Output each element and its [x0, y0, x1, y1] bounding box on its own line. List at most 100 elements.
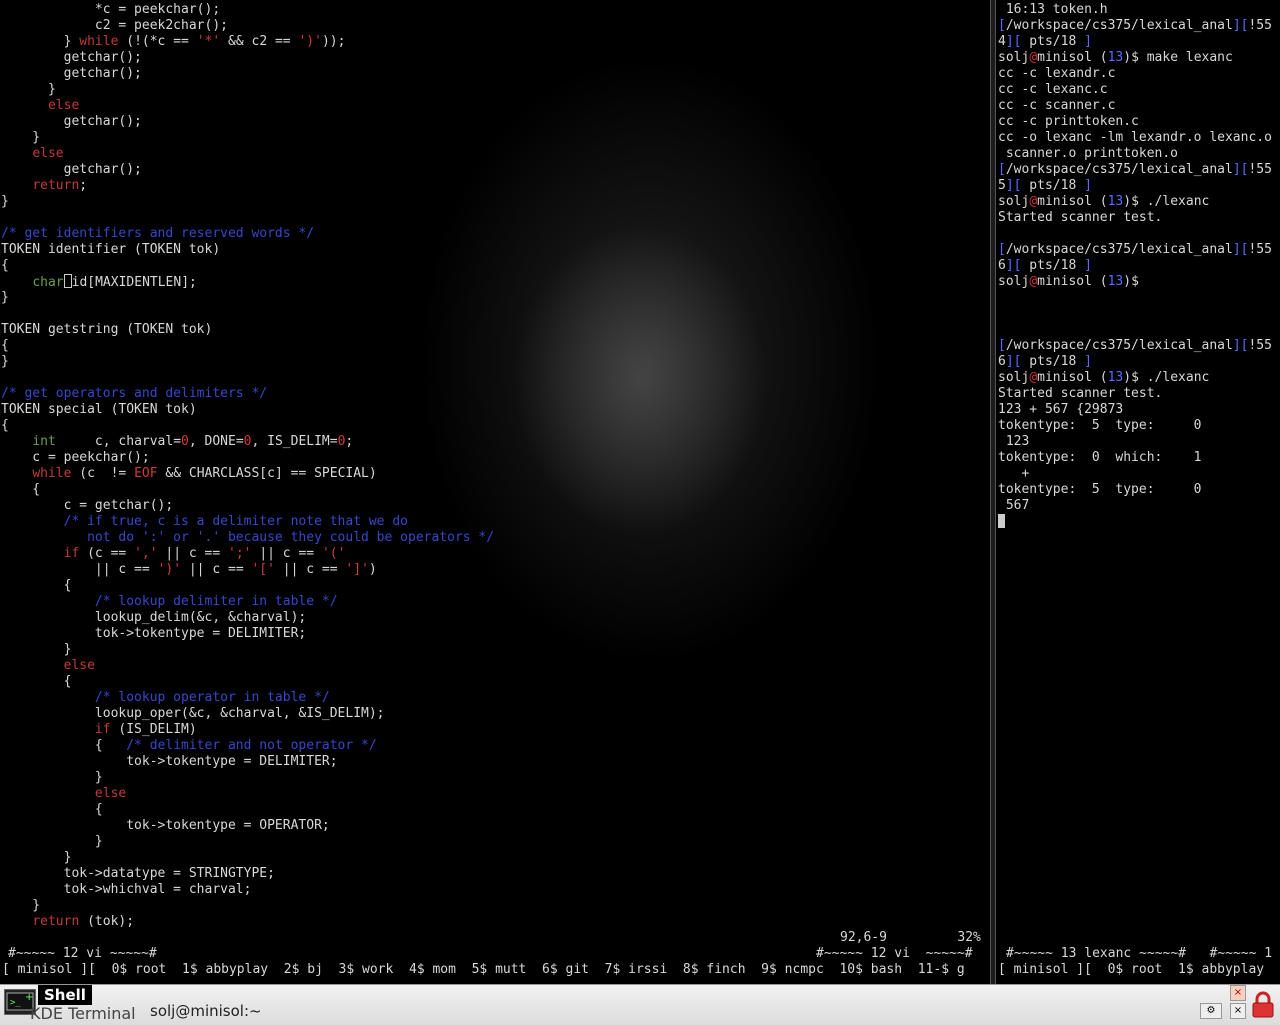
lock-icon[interactable] [1250, 991, 1276, 1023]
shell-token: @ [1029, 370, 1038, 385]
code-token: } [1, 130, 41, 145]
tab-shell[interactable]: Shell [38, 985, 92, 1005]
shell-line: 6][ pts/18 ] [998, 258, 1092, 274]
right-terminal-pane[interactable]: 16:13 token.h [/workspace/cs375/lexical_a… [996, 0, 1280, 984]
code-line: /* lookup delimiter in table */ [1, 594, 338, 610]
shell-token: 5 [998, 178, 1006, 193]
shell-token: @ [1029, 274, 1038, 289]
shell-token: minisol ( [1037, 194, 1108, 209]
close-icon[interactable]: × [1230, 1003, 1246, 1019]
code-token: TOKEN special (TOKEN tok) [1, 402, 197, 417]
code-line: c2 = peek2char(); [1, 18, 228, 34]
shell-line: cc -o lexanc -lm lexandr.o lexanc.o [998, 130, 1272, 146]
shell-token: )$ make lexanc [1123, 50, 1233, 65]
shell-line: Started scanner test. [998, 386, 1162, 402]
shell-line: tokentype: 5 type: 0 [998, 418, 1202, 434]
shell-token: ][ [1232, 242, 1249, 257]
code-token: || c == [274, 562, 346, 577]
code-token: getchar(); [1, 114, 142, 129]
shell-token: /workspace/cs375/lexical_anal [1005, 162, 1233, 177]
code-token: getchar(); [1, 66, 142, 81]
settings-menu-icon[interactable]: ⚙ [1200, 1003, 1222, 1019]
shell-line: cc -c lexandr.c [998, 66, 1115, 82]
code-token: /* lookup operator in table */ [1, 690, 330, 705]
shell-line: solj@minisol (13)$ [998, 274, 1139, 290]
code-line: else [1, 98, 79, 114]
shell-token: ][ [1005, 178, 1022, 193]
code-token: *c = peekchar(); [1, 2, 221, 17]
shell-line [998, 514, 1005, 530]
shell-token: 4 [998, 34, 1006, 49]
code-line: /* get identifiers and reserved words */ [1, 226, 314, 242]
shell-token: @ [1029, 50, 1038, 65]
code-token: /* lookup delimiter in table */ [1, 594, 338, 609]
code-token: getchar(); [1, 50, 142, 65]
code-line: } while (!(*c == '*' && c2 == ')')); [1, 34, 346, 50]
code-token: || c == [251, 546, 322, 561]
screen-window-list: [ minisol ][ 0$ root 1$ abbyplay 2$ bj 3… [2, 962, 965, 977]
code-line: if (c == ',' || c == ';' || c == '(' [1, 546, 346, 562]
code-line: getchar(); [1, 66, 142, 82]
code-line: lookup_oper(&c, &charval, &IS_DELIM); [1, 706, 385, 722]
code-token: { [1, 802, 103, 817]
code-token: EOF [134, 466, 158, 481]
code-line: } [1, 898, 40, 914]
code-token: } [1, 194, 9, 209]
shell-token: solj [998, 194, 1030, 209]
shell-token: [ [998, 162, 1006, 177]
shell-token: ][ [1232, 338, 1249, 353]
shell-token: 123 [998, 434, 1030, 449]
code-token: { [1, 738, 127, 753]
shell-line: cc -c lexanc.c [998, 82, 1108, 98]
shell-token: ][ [1232, 18, 1249, 33]
code-line: TOKEN getstring (TOKEN tok) [1, 322, 212, 338]
shell-line: cc -c printtoken.c [998, 114, 1139, 130]
code-line: return; [1, 178, 87, 194]
code-line: } [1, 130, 40, 146]
code-line: { [1, 482, 40, 498]
code-token: if [94, 722, 111, 737]
shell-token: ] [1084, 258, 1092, 273]
code-token: ';' [228, 546, 252, 561]
code-token: not do ':' or '.' because they could be … [1, 530, 495, 545]
shell-token: @ [1029, 194, 1038, 209]
code-token: || c == [157, 546, 229, 561]
code-line: else [1, 786, 126, 802]
code-token: c = peekchar(); [1, 450, 150, 465]
code-token: } [1, 850, 72, 865]
code-token: ) [368, 562, 377, 577]
shell-line: 5][ pts/18 ] [998, 178, 1092, 194]
shell-cursor [998, 514, 1005, 528]
close-tab-icon[interactable]: × [1230, 985, 1246, 1001]
code-token: (c != [71, 466, 135, 481]
code-line: else [1, 658, 95, 674]
code-line: { /* delimiter and not operator */ [1, 738, 377, 754]
shell-token: cc -c printtoken.c [998, 114, 1139, 129]
shell-token: 16:13 token.h [998, 2, 1108, 17]
shell-token: tokentype: 5 type: 0 [998, 418, 1202, 433]
code-line: } [1, 850, 72, 866]
shell-token: ][ [1005, 258, 1022, 273]
shell-token: )$ [1123, 274, 1139, 289]
code-token: (IS_DELIM) [110, 722, 197, 737]
shell-token: solj [998, 274, 1030, 289]
code-token: (!(*c == [118, 34, 197, 49]
shell-line: cc -c scanner.c [998, 98, 1115, 114]
code-token: || c == [1, 562, 158, 577]
shell-line: solj@minisol (13)$ ./lexanc [998, 370, 1209, 386]
code-token: { [1, 418, 9, 433]
shell-line: solj@minisol (13)$ make lexanc [998, 50, 1233, 66]
code-line: { [1, 674, 72, 690]
code-line: char id[MAXIDENTLEN]; [1, 274, 197, 290]
left-terminal-pane[interactable]: *c = peekchar(); c2 = peek2char(); } whi… [0, 0, 990, 984]
code-token: '(' [321, 546, 346, 561]
shell-line: + [998, 466, 1029, 482]
shell-token: cc -c lexanc.c [998, 82, 1108, 97]
shell-token: 13 [1107, 50, 1124, 65]
shell-token: !55 [1248, 338, 1272, 353]
code-token: tok->datatype = STRINGTYPE; [1, 866, 275, 881]
code-line: { [1, 258, 9, 274]
code-token: || c == [181, 562, 252, 577]
